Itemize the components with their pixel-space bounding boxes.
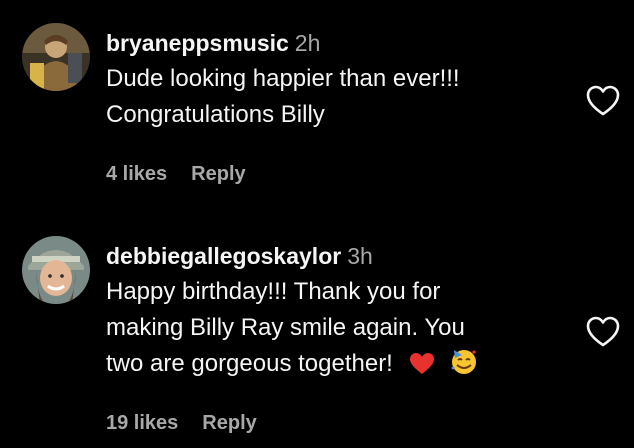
reply-button[interactable]: Reply bbox=[191, 163, 245, 185]
likes-count[interactable]: 4 likes bbox=[106, 163, 167, 185]
comment-text-segment: two are gorgeous together! bbox=[106, 350, 393, 377]
reply-button[interactable]: Reply bbox=[202, 412, 256, 434]
avatar[interactable] bbox=[22, 236, 90, 304]
comment-text: Dude looking happier than ever!!! Congra… bbox=[106, 61, 546, 133]
red-heart-emoji bbox=[409, 351, 435, 387]
heart-outline-icon[interactable] bbox=[585, 315, 621, 349]
comment-username[interactable]: bryaneppsmusic bbox=[106, 30, 289, 56]
comment-text-line-emoji: two are gorgeous together! bbox=[106, 346, 546, 387]
comment-text-line: making Billy Ray smile again. You bbox=[106, 314, 465, 341]
likes-count[interactable]: 19 likes bbox=[106, 412, 178, 434]
comment-text-line: Dude looking happier than ever!!! bbox=[106, 65, 460, 92]
person-avatar-icon bbox=[22, 23, 90, 91]
comment-timestamp: 2h bbox=[294, 30, 321, 56]
comment-text: Happy birthday!!! Thank you for making B… bbox=[106, 274, 546, 387]
comment-text-line: Happy birthday!!! Thank you for bbox=[106, 278, 441, 305]
person-avatar-icon bbox=[22, 236, 90, 304]
partying-face-emoji bbox=[449, 346, 479, 387]
comment-text-line: Congratulations Billy bbox=[106, 101, 325, 128]
avatar[interactable] bbox=[22, 23, 90, 91]
comment-username[interactable]: debbiegallegoskaylor bbox=[106, 243, 341, 269]
heart-outline-icon[interactable] bbox=[585, 84, 621, 118]
comment-timestamp: 3h bbox=[347, 243, 373, 269]
